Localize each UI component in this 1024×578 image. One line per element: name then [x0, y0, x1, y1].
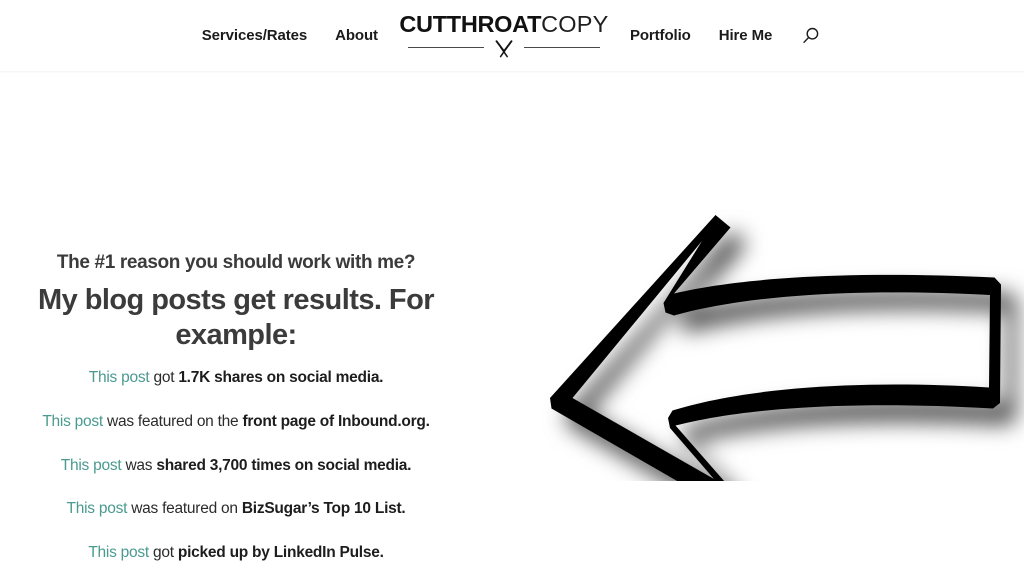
proof-bold-text: BizSugar’s Top 10 List.	[241, 500, 406, 518]
main-content: The #1 reason you should work with me? M…	[0, 71, 1024, 578]
proof-middle-text: was featured on	[127, 500, 242, 518]
proof-bold-text: front page of Inbound.org.	[242, 412, 430, 430]
site-header: Services/Rates About CUTTHROATCOPY Portf…	[0, 0, 1024, 71]
proof-item: This post was shared 3,700 times on soci…	[10, 456, 462, 476]
logo-rule-row	[406, 40, 602, 58]
proof-link[interactable]: This post	[89, 369, 150, 386]
proof-list: This post got 1.7K shares on social medi…	[10, 368, 462, 563]
copy-block: The #1 reason you should work with me? M…	[10, 251, 462, 563]
proof-item: This post got picked up by LinkedIn Puls…	[10, 543, 462, 563]
page-title: My blog posts get results. For example:	[38, 283, 435, 352]
search-button[interactable]	[800, 25, 822, 47]
eyebrow-heading: The #1 reason you should work with me?	[56, 252, 416, 273]
logo-rule-right	[523, 46, 600, 48]
logo-wordmark-bold: CUTTHROAT	[399, 11, 542, 38]
proof-bold-text: 1.7K shares on social media.	[178, 369, 384, 386]
scissors-x-icon	[495, 40, 513, 58]
left-pointing-arrow-illustration	[550, 215, 1001, 481]
primary-nav-left: Services/Rates About	[202, 28, 406, 43]
proof-bold-text: picked up by LinkedIn Pulse.	[177, 544, 384, 562]
proof-item: This post got 1.7K shares on social medi…	[10, 368, 462, 388]
header-inner: Services/Rates About CUTTHROATCOPY Portf…	[0, 0, 1024, 71]
proof-link[interactable]: This post	[88, 544, 149, 561]
nav-link-portfolio[interactable]: Portfolio	[630, 28, 691, 43]
proof-link[interactable]: This post	[67, 500, 128, 517]
nav-link-about[interactable]: About	[335, 28, 378, 43]
proof-link[interactable]: This post	[61, 457, 122, 474]
primary-nav-right: Portfolio Hire Me	[602, 25, 822, 47]
proof-middle-text: was featured on the	[102, 412, 243, 430]
proof-bold-text: shared 3,700 times on social media.	[156, 456, 412, 474]
arrow-graphic	[524, 81, 1024, 481]
proof-middle-text: got	[148, 544, 178, 562]
proof-link[interactable]: This post	[42, 413, 103, 430]
left-column: The #1 reason you should work with me? M…	[0, 71, 472, 578]
nav-link-hire-me[interactable]: Hire Me	[719, 28, 773, 43]
proof-item: This post was featured on BizSugar’s Top…	[10, 499, 462, 519]
logo-rule-left	[407, 46, 484, 48]
proof-item: This post was featured on the front page…	[10, 412, 462, 432]
logo-wordmark-light: COPY	[541, 11, 609, 38]
proof-middle-text: got	[149, 369, 179, 386]
proof-middle-text: was	[121, 456, 157, 474]
search-icon	[803, 27, 819, 43]
site-logo[interactable]: CUTTHROATCOPY	[399, 13, 608, 58]
nav-link-services-rates[interactable]: Services/Rates	[202, 28, 307, 43]
logo-wordmark: CUTTHROATCOPY	[399, 13, 608, 37]
